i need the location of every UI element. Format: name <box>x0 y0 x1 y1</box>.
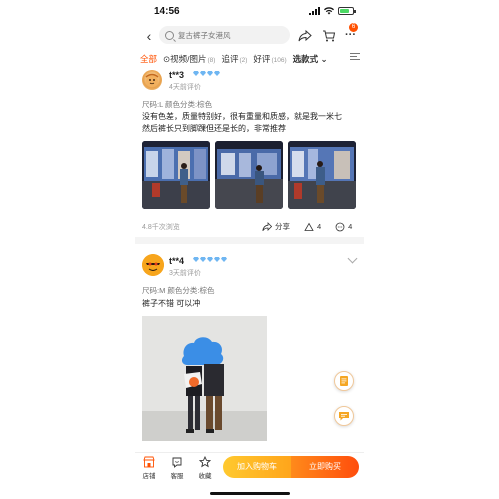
reviewer-name: t**4 <box>169 256 185 266</box>
comment-button[interactable]: 4 <box>335 222 352 232</box>
search-icon <box>165 30 174 40</box>
floating-message-button[interactable] <box>334 406 354 426</box>
share-button[interactable]: 分享 <box>262 221 290 232</box>
user-level-icon <box>193 257 227 262</box>
battery-icon <box>338 7 356 15</box>
search-box[interactable] <box>159 26 290 44</box>
review-date: 4天前评价 <box>169 84 201 91</box>
comment-icon <box>335 222 345 231</box>
wifi-icon <box>324 7 334 15</box>
cart-icon[interactable] <box>322 29 336 43</box>
search-input[interactable] <box>178 30 278 40</box>
add-to-cart-button[interactable]: 加入购物车 <box>223 456 291 478</box>
avatar[interactable] <box>142 70 162 90</box>
service-button[interactable]: 客服 <box>165 456 189 480</box>
status-bar: 14:56 <box>135 0 364 24</box>
back-icon[interactable]: ‹ <box>141 28 157 44</box>
status-time: 14:56 <box>154 6 180 17</box>
review-photo[interactable] <box>142 141 210 209</box>
review-photo[interactable] <box>215 141 283 209</box>
floating-clipboard-button[interactable] <box>334 371 354 391</box>
tab-positive[interactable]: 好评(106) <box>253 53 286 65</box>
review-photo[interactable] <box>288 141 356 209</box>
search-header: ‹ ··· <box>135 24 364 48</box>
like-button[interactable]: 4 <box>304 222 321 232</box>
store-button[interactable]: 店铺 <box>137 456 161 480</box>
tab-all[interactable]: 全部 <box>140 53 157 65</box>
review-actions: 分享 4 4 <box>248 221 352 232</box>
review-date: 3天前评价 <box>169 270 201 277</box>
share-icon <box>262 221 272 231</box>
avatar[interactable] <box>142 254 164 276</box>
filter-icon[interactable] <box>350 53 360 63</box>
message-icon <box>339 412 349 421</box>
reviewer-name: t**3 <box>169 70 185 80</box>
phone-screen: 14:56 ‹ ··· 6 全部 ⊙视频/图片(8) 追评(2) 好评(106)… <box>135 0 364 499</box>
review-tabs: 全部 ⊙视频/图片(8) 追评(2) 好评(106) 选款式 ⌄ <box>135 50 364 68</box>
status-icons <box>309 7 356 15</box>
buy-now-button[interactable]: 立即购买 <box>291 456 359 478</box>
review-text: 没有色差，质量特别好，很有重量和质感，就是我一米七 然后裤长只到脚踝但还是长的，… <box>142 112 342 133</box>
section-divider <box>135 237 364 244</box>
star-icon <box>199 456 211 468</box>
chevron-down-icon[interactable] <box>347 253 358 264</box>
home-indicator <box>210 492 290 495</box>
share-icon[interactable] <box>298 29 312 43</box>
clipboard-icon <box>340 376 348 386</box>
like-icon <box>304 222 314 231</box>
tab-follow-up[interactable]: 追评(2) <box>221 53 247 65</box>
review-photo[interactable] <box>142 316 267 441</box>
review-spec: 尺码:M 颜色分类:棕色 <box>142 286 215 295</box>
store-icon <box>143 456 155 468</box>
tab-select-style[interactable]: 选款式 ⌄ <box>293 53 328 65</box>
cart-badge: 6 <box>349 23 358 32</box>
view-count: 4.8千次浏览 <box>142 224 180 231</box>
service-icon <box>172 457 182 468</box>
tab-media[interactable]: ⊙视频/图片(8) <box>163 53 215 65</box>
user-level-icon <box>193 71 220 76</box>
review-text: 裤子不错 可以冲 <box>142 299 201 308</box>
signal-icon <box>309 7 320 15</box>
favorite-button[interactable]: 收藏 <box>193 456 217 480</box>
review-spec: 尺码:L 颜色分类:棕色 <box>142 100 213 109</box>
